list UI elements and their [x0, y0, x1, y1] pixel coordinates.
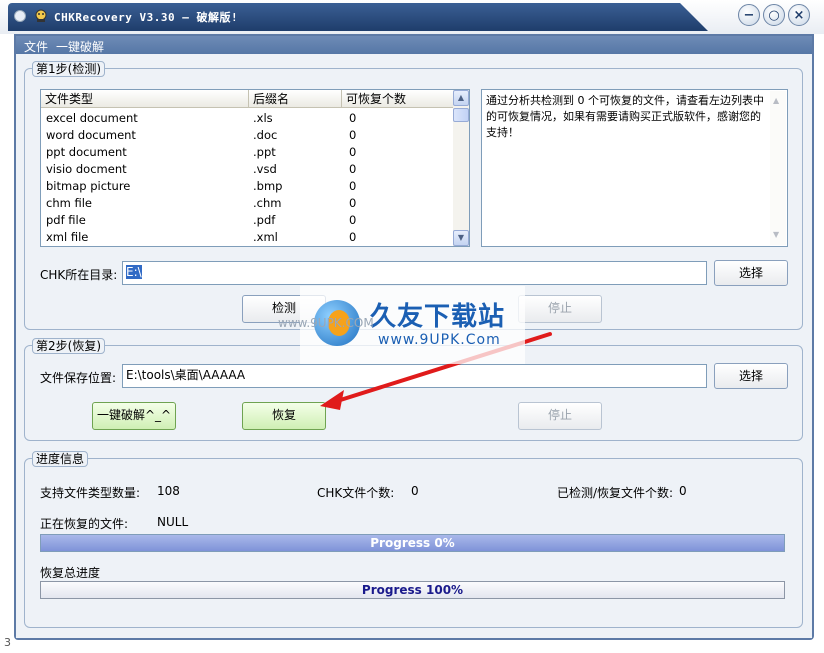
corner-label: 3 [4, 636, 11, 649]
table-row[interactable]: xml file .xml 0 [41, 229, 454, 246]
cell-count: 0 [349, 196, 357, 210]
cell-count: 0 [349, 230, 357, 244]
table-row[interactable]: excel document .xls 0 [41, 110, 454, 127]
menu-file[interactable]: 文件 [24, 38, 48, 55]
window-title: CHKRecovery V3.30 — 破解版! [54, 11, 239, 24]
cell-type: xml file [46, 230, 89, 244]
watermark-url: www.9UPK.Com [378, 332, 501, 348]
info-textbox[interactable]: 通过分析共检测到 0 个可恢复的文件，请查看左边列表中的可恢复情况，如果有需要请… [481, 89, 788, 247]
chk-count-value: 0 [411, 484, 419, 498]
progress-legend: 进度信息 [32, 451, 89, 467]
watermark-title: 久友下载站 [370, 302, 506, 332]
cell-ext: .xls [253, 111, 273, 125]
file-progress-text: Progress 0% [370, 536, 455, 550]
cell-ext: .pdf [253, 213, 276, 227]
supported-types-value: 108 [157, 484, 180, 498]
minimize-button[interactable]: − [738, 4, 760, 26]
cell-ext: .bmp [253, 179, 283, 193]
table-row[interactable]: ppt document .ppt 0 [41, 144, 454, 161]
cell-type: visio docment [46, 162, 127, 176]
menu-bar: 文件 一键破解 [16, 36, 812, 54]
column-header-count[interactable]: 可恢复个数 [342, 90, 454, 108]
file-type-list[interactable]: 文件类型 后缀名 可恢复个数 excel document .xls 0 word d… [40, 89, 470, 247]
cell-count: 0 [349, 128, 357, 142]
cell-ext: .chm [253, 196, 282, 210]
column-header-ext[interactable]: 后缀名 [249, 90, 342, 108]
cell-type: word document [46, 128, 136, 142]
scroll-thumb[interactable] [453, 108, 469, 122]
detected-count-label: 已检测/恢复文件个数: [557, 486, 674, 500]
info-text: 通过分析共检测到 0 个可恢复的文件，请查看左边列表中的可恢复情况，如果有需要请… [486, 94, 764, 139]
watermark: 久友下载站 www.9UPK.Com www.9UPK.COM [278, 286, 525, 364]
file-progress-bar: Progress 0% [40, 534, 785, 552]
close-button[interactable]: × [788, 4, 810, 26]
cell-type: excel document [46, 111, 138, 125]
watermark-gray-url: www.9UPK.COM [278, 316, 374, 330]
system-menu-icon[interactable] [14, 10, 26, 22]
cell-count: 0 [349, 145, 357, 159]
cell-type: bitmap picture [46, 179, 131, 193]
cell-ext: .doc [253, 128, 278, 142]
one-click-crack-button[interactable]: 一键破解^_^ [92, 402, 176, 430]
chk-dir-browse-button[interactable]: 选择 [714, 260, 788, 286]
save-location-browse-button[interactable]: 选择 [714, 363, 788, 389]
total-progress-bar: Progress 100% [40, 581, 785, 599]
supported-types-label: 支持文件类型数量: [40, 486, 141, 500]
chk-count-label: CHK文件个数: [317, 486, 395, 500]
current-file-value: NULL [157, 515, 189, 529]
menu-one-click-crack[interactable]: 一键破解 [56, 38, 104, 55]
cell-ext: .vsd [253, 162, 277, 176]
cell-count: 0 [349, 179, 357, 193]
app-logo-icon [35, 9, 47, 22]
total-progress-label: 恢复总进度 [40, 566, 101, 580]
info-scroll-up-icon[interactable]: ▲ [773, 93, 779, 109]
list-scrollbar[interactable]: ▲ ▼ [453, 90, 469, 246]
scroll-down-icon[interactable]: ▼ [453, 230, 469, 246]
table-row[interactable]: pdf file .pdf 0 [41, 212, 454, 229]
cell-ext: .ppt [253, 145, 276, 159]
current-file-label: 正在恢复的文件: [40, 517, 129, 531]
chk-dir-input[interactable]: E:\ [122, 261, 707, 285]
column-header-type[interactable]: 文件类型 [41, 90, 249, 108]
cell-type: chm file [46, 196, 92, 210]
chk-dir-label: CHK所在目录: [40, 268, 118, 282]
cell-count: 0 [349, 162, 357, 176]
info-scrollbar[interactable]: ▲ ▼ [770, 91, 786, 245]
cell-count: 0 [349, 111, 357, 125]
cell-count: 0 [349, 213, 357, 227]
step2-legend: 第2步(恢复) [32, 338, 105, 354]
save-location-label: 文件保存位置: [40, 371, 117, 385]
step1-legend: 第1步(检测) [32, 61, 105, 77]
chk-dir-value: E:\ [126, 265, 142, 279]
table-row[interactable]: visio docment .vsd 0 [41, 161, 454, 178]
cell-type: pdf file [46, 213, 86, 227]
table-row[interactable]: chm file .chm 0 [41, 195, 454, 212]
restore-button[interactable]: ○ [763, 4, 785, 26]
detected-count-value: 0 [679, 484, 687, 498]
scroll-up-icon[interactable]: ▲ [453, 90, 469, 106]
detect-stop-button[interactable]: 停止 [518, 295, 602, 323]
cell-ext: .xml [253, 230, 278, 244]
table-row[interactable]: bitmap picture .bmp 0 [41, 178, 454, 195]
info-scroll-down-icon[interactable]: ▼ [773, 227, 779, 243]
cell-type: ppt document [46, 145, 127, 159]
total-progress-text: Progress 100% [361, 583, 464, 597]
table-row[interactable]: word document .doc 0 [41, 127, 454, 144]
